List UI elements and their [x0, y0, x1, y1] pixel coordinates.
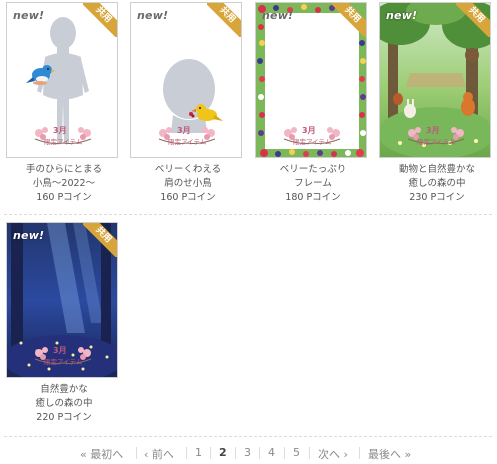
new-label: new!	[13, 229, 45, 242]
badge-limited-text: 限定アイテム	[44, 358, 83, 366]
row-divider	[4, 436, 492, 437]
pagination-separator	[309, 447, 310, 459]
item-title-line1[interactable]: 自然豊かな	[3, 383, 125, 397]
item-thumbnail[interactable]: new! 共用 3月 限定アイテム	[130, 2, 242, 158]
row-divider	[4, 214, 492, 215]
limited-badge: 3月 限定アイテム	[31, 345, 95, 369]
badge-limited-text: 限定アイテム	[168, 138, 207, 146]
badge-limited-text: 限定アイテム	[417, 138, 456, 146]
item-title-line2[interactable]: 小鳥～2022～	[3, 177, 125, 191]
badge-limited-text: 限定アイテム	[44, 138, 83, 146]
bear-icon	[465, 48, 479, 62]
item-price: 160 Pコイン	[36, 192, 92, 203]
new-label: new!	[386, 9, 418, 22]
pagination-separator	[186, 447, 187, 459]
item-price: 230 Pコイン	[409, 192, 465, 203]
badge-month: 3月	[53, 126, 67, 135]
item-title-line2[interactable]: 肩のせ小鳥	[127, 177, 249, 191]
shared-ribbon: 共用	[207, 3, 241, 37]
item-title-line1[interactable]: 手のひらにとまる	[3, 163, 125, 177]
item-title-line1[interactable]: ベリーくわえる	[127, 163, 249, 177]
limited-badge: 3月 限定アイテム	[31, 125, 95, 149]
shared-ribbon: 共用	[456, 3, 490, 37]
item-thumbnail[interactable]: new! 共用 3月 限定アイテム	[6, 2, 118, 158]
item-thumbnail[interactable]: new! 共用 3月 限定アイテム	[255, 2, 367, 158]
badge-month: 3月	[177, 126, 191, 135]
item-caption: ベリーくわえる 肩のせ小鳥 160 Pコイン	[127, 163, 249, 205]
item-title-line1[interactable]: ベリーたっぷり	[252, 163, 374, 177]
badge-limited-text: 限定アイテム	[293, 138, 332, 146]
ribbon-text: 共用	[93, 5, 114, 26]
item-row-1: new! 共用 3月 限定アイテム 手のひらにとまる 小鳥～2022～ 160 …	[0, 0, 497, 206]
pagination-page-5[interactable]: 5	[293, 446, 300, 459]
shared-ribbon: 共用	[332, 3, 366, 37]
pagination: « 最初へ ‹ 前へ 1 2 3 4 5 次へ › 最後へ »	[0, 444, 497, 462]
pagination-next-link[interactable]: 次へ ›	[318, 446, 348, 462]
pagination-page-3[interactable]: 3	[244, 446, 251, 459]
badge-month: 3月	[302, 126, 316, 135]
pagination-page-current: 2	[219, 446, 227, 459]
pagination-separator	[235, 447, 236, 459]
item-price: 180 Pコイン	[285, 192, 341, 203]
pagination-separator	[136, 447, 137, 459]
pagination-separator	[259, 447, 260, 459]
pagination-page-4[interactable]: 4	[268, 446, 275, 459]
pagination-prev-link[interactable]: ‹ 前へ	[144, 446, 174, 462]
item-caption: 手のひらにとまる 小鳥～2022～ 160 Pコイン	[3, 163, 125, 205]
item-title-line1[interactable]: 動物と自然豊かな	[376, 163, 497, 177]
shared-ribbon: 共用	[83, 223, 117, 257]
limited-badge: 3月 限定アイテム	[404, 125, 468, 149]
pagination-first-link[interactable]: « 最初へ	[80, 446, 123, 462]
badge-month: 3月	[53, 346, 67, 355]
item-thumbnail[interactable]: new! 共用 3月 限定アイテム	[6, 222, 118, 378]
item-caption: ベリーたっぷり フレーム 180 Pコイン	[252, 163, 374, 205]
pagination-separator	[210, 447, 211, 459]
limited-badge: 3月 限定アイテム	[280, 125, 344, 149]
ribbon-text: 共用	[466, 5, 487, 26]
pagination-last-link[interactable]: 最後へ »	[368, 446, 411, 462]
pagination-page-1[interactable]: 1	[195, 446, 202, 459]
squirrel-icon	[393, 93, 403, 105]
item-caption: 動物と自然豊かな 癒しの森の中 230 Pコイン	[376, 163, 497, 205]
item-title-line2[interactable]: 癒しの森の中	[376, 177, 497, 191]
limited-badge: 3月 限定アイテム	[155, 125, 219, 149]
item-price: 160 Pコイン	[160, 192, 216, 203]
ribbon-text: 共用	[217, 5, 238, 26]
ribbon-text: 共用	[342, 5, 363, 26]
shared-ribbon: 共用	[83, 3, 117, 37]
pagination-separator	[284, 447, 285, 459]
new-label: new!	[262, 9, 294, 22]
item-title-line2[interactable]: 癒しの森の中	[3, 397, 125, 411]
item-price: 220 Pコイン	[36, 412, 92, 423]
item-title-line2[interactable]: フレーム	[252, 177, 374, 191]
item-caption: 自然豊かな 癒しの森の中 220 Pコイン	[3, 383, 125, 425]
new-label: new!	[13, 9, 45, 22]
ribbon-text: 共用	[93, 225, 114, 246]
pagination-separator	[359, 447, 360, 459]
item-row-2: new! 共用 3月 限定アイテム 自然豊かな 癒しの森の中 220 Pコイン	[0, 220, 497, 426]
item-thumbnail[interactable]: new! 共用 3月 限定アイテム	[379, 2, 491, 158]
new-label: new!	[137, 9, 169, 22]
badge-month: 3月	[426, 126, 440, 135]
